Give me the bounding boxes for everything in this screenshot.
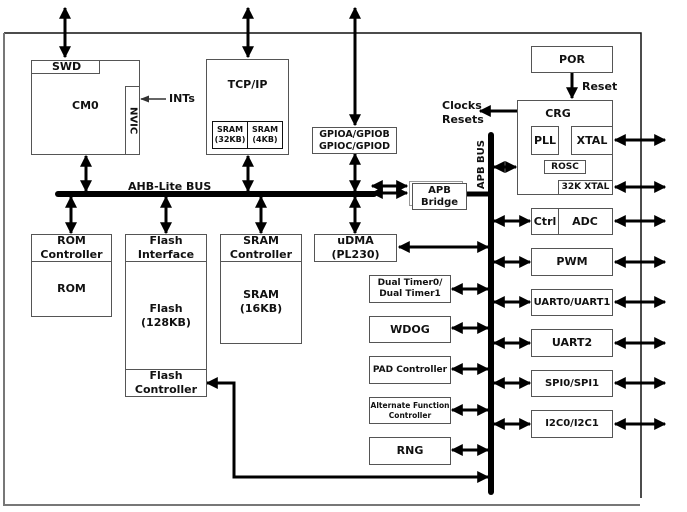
cm0-label: CM0 <box>72 99 99 112</box>
swd-block: SWD <box>31 60 100 74</box>
por-block: POR <box>531 46 613 73</box>
reset-label: Reset <box>582 80 618 93</box>
clocks-resets-label: Clocks Resets <box>442 99 484 126</box>
tcp-sram4-block: SRAM (4KB) <box>247 121 283 149</box>
pwm-block: PWM <box>531 248 613 276</box>
spi-block: SPI0/SPI1 <box>531 370 613 397</box>
wdog-block: WDOG <box>369 316 451 343</box>
uart01-block: UART0/UART1 <box>531 289 613 316</box>
apb-bus-label: APB BUS <box>476 140 487 190</box>
dual-timer-block: Dual Timer0/ Dual Timer1 <box>369 275 451 303</box>
ints-label: INTs <box>169 92 195 105</box>
rom-controller-block: ROM Controller <box>31 234 112 262</box>
gpio-block: GPIOA/GPIOB GPIOC/GPIOD <box>312 127 397 154</box>
tcp-sram32-block: SRAM (32KB) <box>212 121 248 149</box>
ahb-bus-label: AHB-Lite BUS <box>128 180 212 193</box>
i2c-block: I2C0/I2C1 <box>531 410 613 438</box>
xtal32k-block: 32K XTAL <box>558 180 613 195</box>
xtal-block: XTAL <box>571 126 613 155</box>
rng-block: RNG <box>369 437 451 465</box>
udma-block: uDMA (PL230) <box>314 234 397 262</box>
flash-interface-block: Flash Interface <box>125 234 207 262</box>
adc-ctrl-block: Ctrl <box>531 208 559 235</box>
uart2-block: UART2 <box>531 329 613 357</box>
rosc-block: ROSC <box>544 160 586 174</box>
apb-bridge-block: APB Bridge <box>412 183 467 210</box>
pad-controller-block: PAD Controller <box>369 356 451 384</box>
sram-controller-block: SRAM Controller <box>220 234 302 262</box>
pll-block: PLL <box>531 126 559 155</box>
nvic-block: NVIC <box>125 86 140 155</box>
alt-function-controller-block: Alternate Function Controller <box>369 397 451 424</box>
flash-controller-block: Flash Controller <box>125 369 207 397</box>
tcpip-label: TCP/IP <box>227 78 268 91</box>
crg-label: CRG <box>545 107 571 120</box>
